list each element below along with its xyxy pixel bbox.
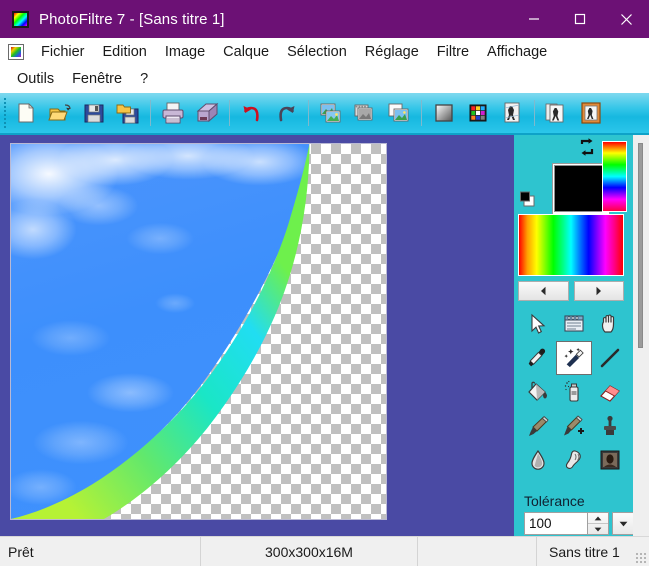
status-ready: Prêt: [8, 543, 34, 560]
status-extra: [418, 537, 536, 566]
image-effect-icon[interactable]: [495, 96, 529, 130]
app-icon-rainbow: [14, 12, 27, 26]
toolbar-separator-5: [534, 100, 535, 126]
menu-item-outils[interactable]: Outils: [8, 69, 63, 89]
image-canvas[interactable]: [10, 143, 387, 520]
menu-row-1: Fichier Edition Image Calque Sélection R…: [0, 38, 649, 65]
menu-item-calque[interactable]: Calque: [214, 42, 278, 62]
hand-tool[interactable]: [592, 307, 628, 341]
magic-wand-tool[interactable]: [556, 341, 592, 375]
blur-drop-tool[interactable]: [520, 443, 556, 477]
menu-item-fenetre[interactable]: Fenêtre: [63, 69, 131, 89]
main-toolbar: [0, 93, 649, 135]
canvas-artwork: [11, 144, 310, 519]
maximize-button[interactable]: [557, 0, 603, 38]
duplicate-image-icon[interactable]: [382, 96, 416, 130]
menu-item-help[interactable]: ?: [131, 69, 157, 89]
menu-bar: Fichier Edition Image Calque Sélection R…: [0, 38, 649, 119]
tool-panel: Tolérance 100: [514, 135, 649, 536]
status-bar: Prêt 300x300x16M Sans titre 1: [0, 536, 649, 566]
gradient-icon[interactable]: [427, 96, 461, 130]
menu-item-affichage[interactable]: Affichage: [478, 42, 556, 62]
toolbar-separator-4: [421, 100, 422, 126]
status-document-name: Sans titre 1: [549, 543, 620, 560]
undo-icon[interactable]: [235, 96, 269, 130]
title-bar: PhotoFiltre 7 - [Sans titre 1]: [0, 0, 649, 38]
app-icon: [12, 10, 29, 28]
selection-options-tool[interactable]: [556, 307, 592, 341]
tools-palette: [520, 307, 628, 477]
selection-arrow-tool[interactable]: [520, 307, 556, 341]
toolbar-separator-1: [150, 100, 151, 126]
document-icon: [8, 43, 24, 60]
tolerance-dropdown-button[interactable]: [612, 512, 634, 535]
line-tool[interactable]: [592, 341, 628, 375]
batch-images-icon[interactable]: [540, 96, 574, 130]
menu-item-fichier[interactable]: Fichier: [32, 42, 94, 62]
panel-scrollbar-thumb[interactable]: [638, 143, 643, 348]
toolbar-grip[interactable]: [2, 98, 9, 128]
toolbar-separator-3: [308, 100, 309, 126]
paint-bucket-tool[interactable]: [520, 375, 556, 409]
panel-scrollbar[interactable]: [633, 135, 649, 536]
toolbar-separator-2: [229, 100, 230, 126]
tolerance-spinner: [587, 512, 609, 535]
tolerance-input[interactable]: 100: [524, 512, 587, 535]
save-as-icon[interactable]: [111, 96, 145, 130]
status-image-info: 300x300x16M: [265, 543, 353, 560]
open-folder-icon[interactable]: [43, 96, 77, 130]
minimize-button[interactable]: [511, 0, 557, 38]
smudge-tool[interactable]: [556, 443, 592, 477]
tolerance-spin-down[interactable]: [588, 524, 608, 534]
red-eye-photo-tool[interactable]: [592, 443, 628, 477]
palette-next-button[interactable]: [573, 281, 624, 301]
tolerance-control: 100: [524, 512, 634, 535]
menu-item-edition[interactable]: Edition: [94, 42, 156, 62]
menu-item-image[interactable]: Image: [156, 42, 214, 62]
menu-item-reglage[interactable]: Réglage: [356, 42, 428, 62]
resize-grip[interactable]: [635, 552, 647, 564]
save-icon[interactable]: [77, 96, 111, 130]
default-colors-icon[interactable]: [520, 191, 536, 207]
hue-strip[interactable]: [602, 141, 627, 212]
window-controls: [511, 0, 649, 38]
clone-stamp-tool[interactable]: [592, 409, 628, 443]
eyedropper-tool[interactable]: [520, 341, 556, 375]
photofiltre-window: PhotoFiltre 7 - [Sans titre 1] Fichier E…: [0, 0, 649, 566]
copy-image-icon[interactable]: [314, 96, 348, 130]
framed-image-icon[interactable]: [574, 96, 608, 130]
color-selector: [518, 138, 632, 223]
workspace: [0, 135, 514, 536]
color-palette-icon[interactable]: [461, 96, 495, 130]
palette-arrows: [518, 281, 624, 301]
window-title: PhotoFiltre 7 - [Sans titre 1]: [39, 10, 225, 28]
paintbrush-tool[interactable]: [520, 409, 556, 443]
swap-colors-icon[interactable]: [579, 138, 595, 156]
redo-icon[interactable]: [269, 96, 303, 130]
menu-item-filtre[interactable]: Filtre: [428, 42, 478, 62]
new-document-icon[interactable]: [9, 96, 43, 130]
paintbrush-plus-tool[interactable]: [556, 409, 592, 443]
close-button[interactable]: [603, 0, 649, 38]
eraser-tool[interactable]: [592, 375, 628, 409]
tolerance-spin-up[interactable]: [588, 513, 608, 524]
menu-item-selection[interactable]: Sélection: [278, 42, 356, 62]
menu-row-2: Outils Fenêtre ?: [0, 65, 649, 92]
paste-grayscale-icon[interactable]: [348, 96, 382, 130]
spray-can-tool[interactable]: [556, 375, 592, 409]
gradient-palette[interactable]: [518, 214, 624, 276]
scanner-acquire-icon[interactable]: [190, 96, 224, 130]
palette-prev-button[interactable]: [518, 281, 569, 301]
print-icon[interactable]: [156, 96, 190, 130]
tolerance-label: Tolérance: [524, 493, 585, 509]
